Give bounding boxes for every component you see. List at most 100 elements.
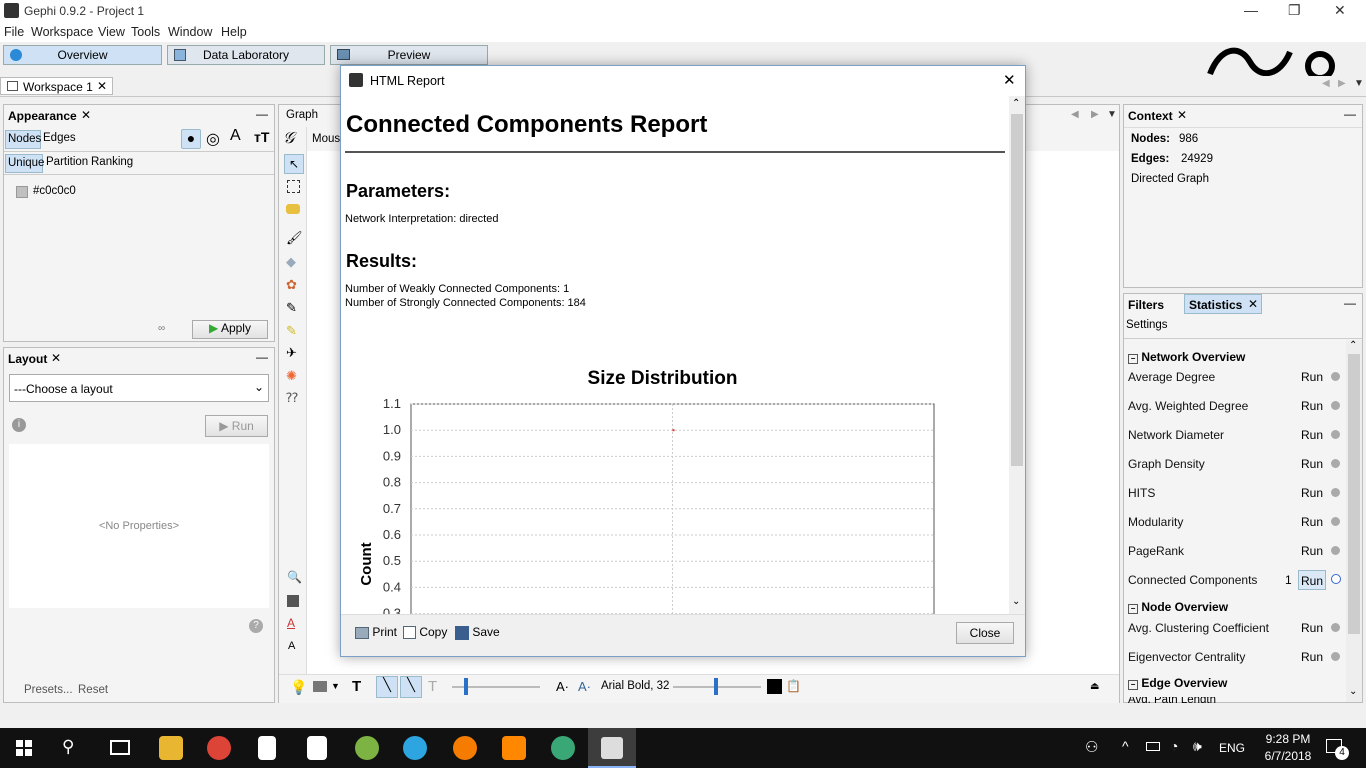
info-icon[interactable]: i [12,418,26,432]
text-tool-icon[interactable]: T [352,678,361,695]
settings-icon[interactable]: 📋 [786,679,801,693]
menu-window[interactable]: Window [168,25,212,39]
slider-2-thumb[interactable] [714,678,718,695]
graph-tab[interactable]: Graph [286,109,318,121]
graph-menu-icon[interactable]: ▼ [1107,109,1117,120]
report-scroll-thumb[interactable] [1011,114,1023,466]
document-icon[interactable] [258,736,276,760]
size-icon[interactable]: ◎ [206,129,220,149]
presets-link[interactable]: Presets... [24,684,73,696]
report-scroll-up-icon[interactable]: ⌃ [1012,98,1020,109]
tab-nodes[interactable]: Nodes [5,130,41,149]
workspace-tab[interactable]: Workspace 1 ✕ [0,77,113,95]
subtab-partition[interactable]: Partition [46,156,88,168]
background-color-icon[interactable] [287,595,299,607]
file-explorer-icon[interactable] [159,736,183,760]
drag-icon[interactable] [286,204,300,214]
color-swatch[interactable] [16,186,28,198]
close-window-button[interactable]: ✕ [1334,2,1346,19]
run-button[interactable]: Run [1298,512,1326,532]
link-icon[interactable]: ∞ [158,323,165,334]
label-font-tool-icon[interactable]: A [288,640,295,652]
node-overview-heading[interactable]: − Node Overview [1128,600,1228,614]
palette-icon[interactable]: ● [181,129,201,149]
select-arrow-icon[interactable]: ↖ [284,154,304,174]
rect-select-icon[interactable] [287,180,300,193]
search-icon[interactable]: ⚲ [62,737,74,757]
menu-help[interactable]: Help [221,25,247,39]
appearance-minimize-icon[interactable]: — [256,107,268,121]
diamond-icon[interactable]: ◆ [286,254,296,270]
edge-tool-icon[interactable]: ╲ [376,676,398,698]
zoom-icon[interactable]: 🔍 [287,570,302,584]
graph-scroll-right-icon[interactable]: ▶ [1091,109,1099,120]
minimize-button[interactable]: — [1244,2,1258,18]
apply-button[interactable]: ▶ Apply [192,320,268,339]
statistics-minimize-icon[interactable]: — [1344,296,1356,310]
label-size-icon[interactable]: тT [254,129,269,145]
layout-minimize-icon[interactable]: — [256,350,268,364]
gephi-taskbar-item[interactable] [588,728,636,768]
close-button[interactable]: Close [956,622,1014,644]
android-studio-icon[interactable] [355,736,379,760]
scroll-down-icon[interactable]: ⌄ [1349,686,1357,697]
search-tool-icon[interactable] [453,736,477,760]
tab-filters[interactable]: Filters [1128,298,1164,316]
save-button[interactable]: Save [455,625,500,640]
print-button[interactable]: Print [355,625,397,639]
font-color-icon[interactable]: A· [578,679,591,694]
chrome-icon[interactable] [207,736,231,760]
label-color-tool-icon[interactable]: A [287,616,295,630]
menu-tools[interactable]: Tools [131,25,160,39]
pencil-icon[interactable]: ✎ [286,300,297,316]
scroll-right-icon[interactable]: ▶ [1338,78,1346,89]
brush-icon[interactable]: 🖌 [286,230,303,246]
shortest-path-icon[interactable]: ✈ [286,345,297,361]
tab-data-laboratory[interactable]: Data Laboratory [167,45,325,65]
dialog-close-icon[interactable]: ✕ [1003,71,1016,89]
language-indicator[interactable]: ENG [1219,741,1245,755]
help-icon[interactable]: ? [249,619,263,633]
task-view-icon[interactable] [110,740,130,755]
reset-link[interactable]: Reset [78,684,108,696]
dropdown-icon[interactable]: ▼ [1354,78,1364,89]
edge-pencil-icon[interactable]: ✎ [286,323,297,339]
scroll-left-icon[interactable]: ◀ [1322,78,1330,89]
layout-select[interactable]: ---Choose a layout ⌄ [9,374,269,402]
edit-icon[interactable]: ⁇ [286,390,298,406]
appearance-close-icon[interactable]: ✕ [81,108,91,122]
run-button[interactable]: Run [1298,618,1326,638]
menu-workspace[interactable]: Workspace [31,25,93,39]
restore-button[interactable]: ❐ [1288,2,1301,19]
run-button[interactable]: Run [1298,425,1326,445]
painter-icon[interactable]: ✿ [286,277,297,293]
run-button[interactable]: Run [1298,647,1326,667]
context-minimize-icon[interactable]: — [1344,107,1356,121]
tab-edges[interactable]: Edges [43,132,76,144]
run-button[interactable]: Run [1298,367,1326,387]
run-button[interactable]: Run [1298,454,1326,474]
settings-link[interactable]: Settings [1126,319,1168,331]
tab-statistics[interactable]: Statistics ✕ [1184,294,1262,314]
edge-overview-heading[interactable]: − Edge Overview [1128,676,1227,690]
menu-file[interactable]: File [4,25,24,39]
run-button[interactable]: Run [1298,541,1326,561]
color-picker-swatch[interactable] [767,679,782,694]
clock-time[interactable]: 9:28 PM [1258,732,1318,746]
screenshot-dropdown-icon[interactable]: ▼ [331,681,340,691]
report-help-icon[interactable] [1331,574,1341,584]
statistics-close-icon[interactable]: ✕ [1248,297,1258,311]
layout-close-icon[interactable]: ✕ [51,351,61,365]
copy-button[interactable]: Copy [403,625,447,640]
label-color-icon[interactable]: A [230,127,241,145]
report-scrollbar[interactable]: ⌃ ⌄ [1009,96,1025,614]
vlc-icon[interactable] [502,736,526,760]
clock-date[interactable]: 6/7/2018 [1258,749,1318,763]
windows-start-icon[interactable] [16,740,32,756]
run-button[interactable]: Run [1298,483,1326,503]
atom-icon[interactable] [551,736,575,760]
tray-chevron-icon[interactable]: ^ [1122,738,1129,754]
layout-run-button[interactable]: ▶ Run [205,415,268,437]
text-size-icon[interactable]: T [428,678,437,695]
run-button[interactable]: Run [1298,570,1326,590]
